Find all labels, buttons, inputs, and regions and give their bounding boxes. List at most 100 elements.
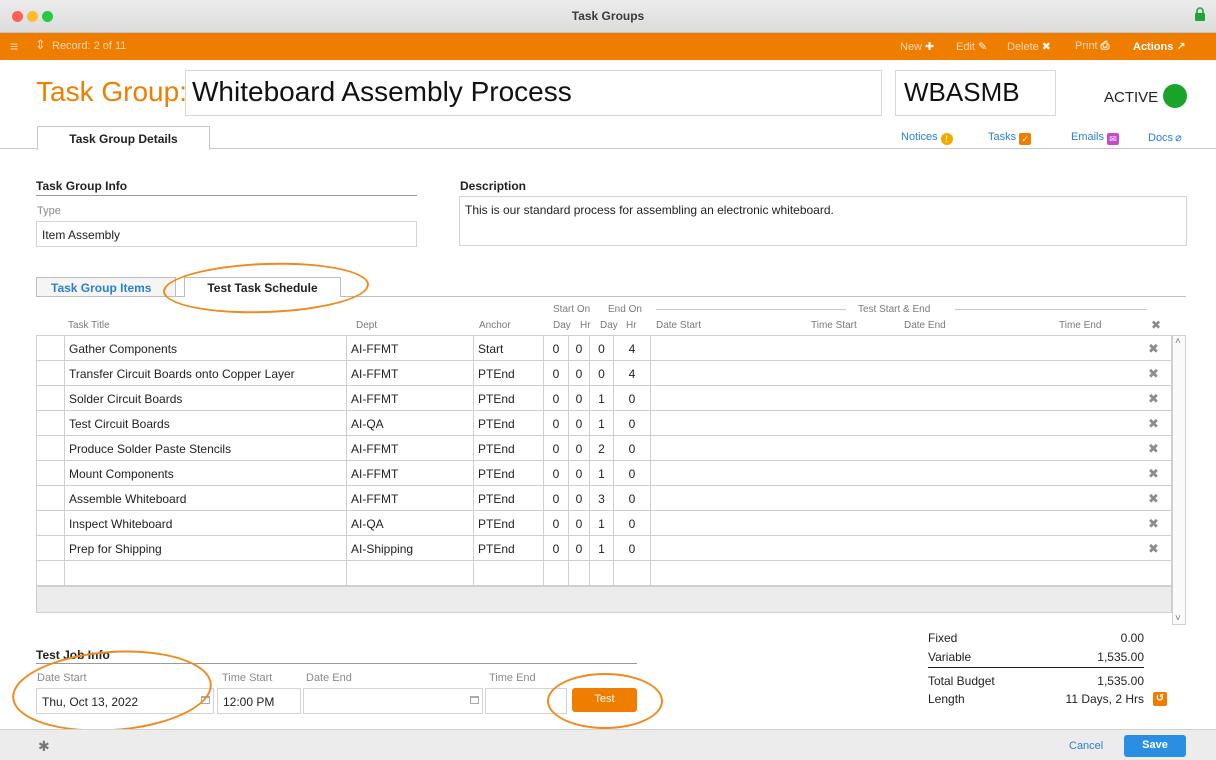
task-title-cell[interactable]: Inspect Whiteboard — [65, 511, 347, 536]
start-day-cell[interactable]: 0 — [544, 486, 569, 511]
end-hr-cell[interactable]: 0 — [614, 461, 651, 486]
end-day-cell[interactable] — [590, 561, 614, 586]
dept-cell[interactable]: AI-Shipping — [347, 536, 474, 561]
row-handle[interactable] — [37, 561, 65, 586]
new-button[interactable]: New ✚ — [900, 40, 934, 53]
dept-cell[interactable]: AI-FFMT — [347, 486, 474, 511]
time-end-field[interactable] — [485, 688, 567, 714]
row-handle[interactable] — [37, 386, 65, 411]
print-button[interactable]: Print ⎙ — [1075, 40, 1109, 53]
dept-cell[interactable]: AI-FFMT — [347, 336, 474, 361]
end-hr-cell[interactable]: 0 — [614, 486, 651, 511]
notices-link[interactable]: Notices! — [901, 131, 953, 145]
start-day-cell[interactable]: 0 — [544, 536, 569, 561]
task-title-cell[interactable]: Produce Solder Paste Stencils — [65, 436, 347, 461]
end-day-cell[interactable]: 1 — [590, 411, 614, 436]
dept-cell[interactable]: AI-QA — [347, 411, 474, 436]
delete-all-icon[interactable]: ✖ — [1151, 318, 1161, 332]
tasks-link[interactable]: Tasks ✓ — [988, 131, 1032, 145]
description-field[interactable]: This is our standard process for assembl… — [459, 196, 1187, 246]
delete-row-icon[interactable]: ✖ — [1148, 441, 1159, 457]
scroll-up-icon[interactable]: ˄ — [1175, 336, 1181, 347]
task-title-cell[interactable]: Prep for Shipping — [65, 536, 347, 561]
start-hr-cell[interactable]: 0 — [569, 511, 590, 536]
scroll-down-icon[interactable]: ˅ — [1175, 613, 1181, 624]
anchor-cell[interactable]: PTEnd — [474, 486, 544, 511]
start-hr-cell[interactable]: 0 — [569, 336, 590, 361]
start-day-cell[interactable]: 0 — [544, 336, 569, 361]
start-hr-cell[interactable]: 0 — [569, 386, 590, 411]
delete-row-icon[interactable]: ✖ — [1148, 341, 1159, 357]
end-day-cell[interactable]: 3 — [590, 486, 614, 511]
menu-icon[interactable]: ≡ — [10, 38, 18, 54]
table-row[interactable]: Assemble Whiteboard AI-FFMT PTEnd 0 0 3 0 ✖ — [37, 486, 1173, 511]
dept-cell[interactable]: AI-FFMT — [347, 461, 474, 486]
row-handle[interactable] — [37, 411, 65, 436]
start-day-cell[interactable]: 0 — [544, 386, 569, 411]
task-group-code-field[interactable]: WBASMB — [895, 70, 1056, 116]
anchor-cell[interactable]: PTEnd — [474, 536, 544, 561]
task-title-cell[interactable]: Solder Circuit Boards — [65, 386, 347, 411]
delete-row-icon[interactable]: ✖ — [1148, 416, 1159, 432]
save-button[interactable]: Save — [1124, 735, 1186, 757]
type-field[interactable]: Item Assembly — [36, 221, 417, 247]
date-start-field[interactable]: Thu, Oct 13, 2022 — [36, 688, 214, 714]
delete-button[interactable]: Delete ✖ — [1007, 40, 1051, 53]
actions-menu[interactable]: Actions ↗ — [1133, 40, 1186, 53]
dept-cell[interactable]: AI-FFMT — [347, 436, 474, 461]
task-group-name-field[interactable]: Whiteboard Assembly Process — [185, 70, 882, 116]
delete-row-icon[interactable]: ✖ — [1148, 366, 1159, 382]
anchor-cell[interactable]: PTEnd — [474, 386, 544, 411]
end-day-cell[interactable]: 1 — [590, 461, 614, 486]
edit-button[interactable]: Edit ✎ — [956, 40, 987, 53]
task-title-cell[interactable]: Transfer Circuit Boards onto Copper Laye… — [65, 361, 347, 386]
anchor-cell[interactable]: PTEnd — [474, 361, 544, 386]
start-hr-cell[interactable]: 0 — [569, 361, 590, 386]
anchor-cell[interactable]: PTEnd — [474, 461, 544, 486]
start-hr-cell[interactable]: 0 — [569, 436, 590, 461]
active-status-dot[interactable] — [1163, 84, 1187, 108]
row-handle[interactable] — [37, 536, 65, 561]
start-day-cell[interactable]: 0 — [544, 361, 569, 386]
task-title-cell[interactable]: Test Circuit Boards — [65, 411, 347, 436]
end-hr-cell[interactable]: 4 — [614, 361, 651, 386]
table-row[interactable]: Gather Components AI-FFMT Start 0 0 0 4 ✖ — [37, 336, 1173, 361]
empty-table-row[interactable] — [37, 561, 1173, 586]
task-title-cell[interactable] — [65, 561, 347, 586]
recalculate-icon[interactable]: ↺ — [1153, 692, 1167, 706]
start-day-cell[interactable]: 0 — [544, 511, 569, 536]
start-hr-cell[interactable]: 0 — [569, 461, 590, 486]
docs-link[interactable]: Docs ⌀ — [1148, 131, 1182, 144]
end-hr-cell[interactable]: 0 — [614, 536, 651, 561]
end-hr-cell[interactable]: 0 — [614, 386, 651, 411]
anchor-cell[interactable]: PTEnd — [474, 436, 544, 461]
dept-cell[interactable] — [347, 561, 474, 586]
anchor-cell[interactable]: PTEnd — [474, 511, 544, 536]
tab-task-group-details[interactable]: Task Group Details — [37, 126, 210, 150]
delete-row-icon[interactable]: ✖ — [1148, 541, 1159, 557]
delete-row-icon[interactable]: ✖ — [1148, 516, 1159, 532]
date-start-calendar-icon[interactable] — [201, 696, 210, 704]
tab-task-group-items[interactable]: Task Group Items — [36, 277, 176, 296]
end-day-cell[interactable]: 2 — [590, 436, 614, 461]
grid-scrollbar[interactable]: ˄ ˅ — [1172, 335, 1186, 625]
emails-link[interactable]: Emails ✉ — [1071, 131, 1120, 145]
time-start-field[interactable]: 12:00 PM — [217, 688, 301, 714]
end-day-cell[interactable]: 1 — [590, 536, 614, 561]
task-title-cell[interactable]: Gather Components — [65, 336, 347, 361]
row-handle[interactable] — [37, 461, 65, 486]
row-handle[interactable] — [37, 436, 65, 461]
start-hr-cell[interactable]: 0 — [569, 486, 590, 511]
row-handle[interactable] — [37, 511, 65, 536]
end-hr-cell[interactable]: 0 — [614, 511, 651, 536]
dept-cell[interactable]: AI-QA — [347, 511, 474, 536]
end-day-cell[interactable]: 1 — [590, 511, 614, 536]
anchor-cell[interactable]: PTEnd — [474, 411, 544, 436]
end-hr-cell[interactable]: 4 — [614, 336, 651, 361]
table-row[interactable]: Test Circuit Boards AI-QA PTEnd 0 0 1 0 ✖ — [37, 411, 1173, 436]
row-handle[interactable] — [37, 361, 65, 386]
lock-icon[interactable] — [1194, 7, 1206, 21]
dept-cell[interactable]: AI-FFMT — [347, 361, 474, 386]
record-stepper-icon[interactable]: ⇕ — [35, 37, 46, 53]
table-row[interactable]: Mount Components AI-FFMT PTEnd 0 0 1 0 ✖ — [37, 461, 1173, 486]
